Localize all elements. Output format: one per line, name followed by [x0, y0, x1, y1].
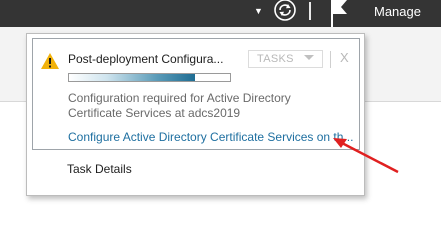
- chevron-down-icon[interactable]: ▼: [254, 7, 263, 16]
- notification-title: Post-deployment Configura...: [68, 52, 224, 66]
- notification-card: Post-deployment Configura... TASKS X Con…: [32, 38, 360, 150]
- warning-icon: [41, 53, 59, 69]
- progress-bar: [68, 73, 231, 82]
- chevron-down-icon: [304, 55, 314, 60]
- task-details-link[interactable]: Task Details: [67, 162, 132, 176]
- refresh-icon[interactable]: [270, 0, 300, 27]
- tasks-label: TASKS: [257, 53, 294, 65]
- configure-adcs-link[interactable]: Configure Active Directory Certificate S…: [68, 130, 353, 144]
- progress-bar-fill: [69, 74, 195, 81]
- toolbar-separator: [309, 2, 311, 20]
- top-toolbar: ▼ Manage: [0, 0, 441, 27]
- tasks-dropdown-button[interactable]: TASKS: [248, 50, 323, 68]
- notification-message: Configuration required for Active Direct…: [68, 91, 291, 120]
- notification-flag-icon[interactable]: [328, 0, 350, 27]
- annotation-arrow-icon: [333, 138, 399, 174]
- close-icon[interactable]: X: [340, 50, 349, 66]
- notifications-popup: Post-deployment Configura... TASKS X Con…: [26, 33, 365, 196]
- manage-menu[interactable]: Manage: [374, 4, 421, 20]
- divider: [330, 51, 331, 68]
